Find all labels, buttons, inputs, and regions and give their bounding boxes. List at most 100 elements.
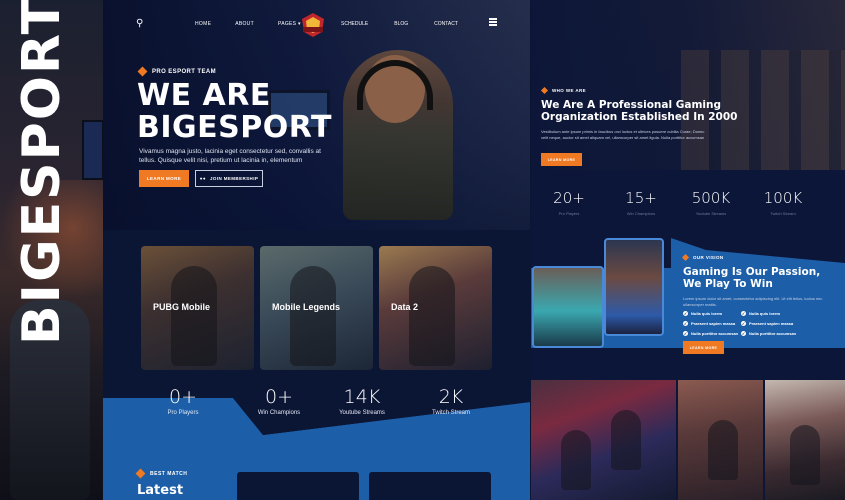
about-stat-players: 20+ Pro Players: [539, 189, 599, 216]
stat-youtube: 14K Youtube Streams: [322, 386, 402, 416]
hero-title: WE ARE BIGESPORT: [137, 80, 332, 144]
nav-right-links: SCHEDULE BLOG CONTACT: [341, 21, 484, 27]
game-cards: PUBG Mobile Mobile Legends Data 2: [141, 246, 492, 370]
vertical-brand-title: BIGESPORT: [12, 0, 72, 345]
stat-number: 100K: [763, 189, 803, 207]
stat-label: Pro Players: [167, 410, 199, 416]
stat-number: 0+: [168, 386, 197, 408]
main-page-preview: ⚲ HOME ABOUT PAGES ▾ SCHEDULE BLOG CONTA…: [103, 0, 530, 500]
check-item: ✓ Praesent sapien massa: [683, 321, 741, 326]
gallery-player: [790, 425, 820, 485]
nav-pages[interactable]: PAGES ▾: [278, 21, 301, 27]
game-card-title: PUBG Mobile: [153, 302, 211, 312]
vision-title: Gaming Is Our Passion, We Play To Win: [683, 266, 821, 290]
stat-label: Twitch Stream: [770, 211, 796, 216]
match-card[interactable]: [369, 472, 491, 500]
backdrop-monitor: [82, 120, 103, 180]
stat-pro-players: 0+ Pro Players: [143, 386, 223, 416]
hero-description: Vivamus magna justo, lacinia eget consec…: [139, 148, 321, 164]
diamond-icon: [137, 66, 148, 77]
check-item: ✓ Nulla quis lorem: [683, 311, 741, 316]
join-membership-button[interactable]: ●● JOIN MEMBERSHIP: [195, 170, 263, 187]
check-icon: ✓: [683, 321, 688, 326]
check-label: Nulla quis lorem: [749, 311, 781, 316]
stat-label: Youtube Streams: [339, 410, 385, 416]
stat-number: 15+: [625, 189, 657, 207]
join-membership-label: JOIN MEMBERSHIP: [209, 176, 259, 181]
latest-heading: Latest: [137, 483, 184, 498]
check-label: Nulla porttitor accumsan: [749, 331, 797, 336]
best-match-tag: BEST MATCH: [135, 468, 188, 479]
vision-learn-more-button[interactable]: LEARN MORE: [683, 341, 724, 354]
check-icon: ✓: [741, 321, 746, 326]
stat-number: 14K: [343, 386, 381, 408]
game-card-pubg[interactable]: PUBG Mobile: [141, 246, 254, 370]
nav-about[interactable]: ABOUT: [235, 21, 254, 27]
menu-icon[interactable]: [489, 18, 497, 26]
gallery-player: [561, 430, 591, 490]
vision-photo-2: [604, 238, 664, 336]
check-item: ✓ Nulla porttitor accumsan: [741, 331, 811, 336]
hero-tag-text: PRO ESPORT TEAM: [152, 68, 217, 75]
who-we-are-tag: WHO WE ARE: [540, 86, 587, 95]
game-card-player: [409, 266, 455, 366]
vision-description: Lorem ipsum dolor sit amet, consectetur …: [683, 296, 823, 307]
who-we-are-text: WHO WE ARE: [552, 88, 587, 93]
stat-number: 500K: [691, 189, 731, 207]
vision-section: OUR VISION Gaming Is Our Passion, We Pla…: [531, 238, 845, 380]
game-card-mobile-legends[interactable]: Mobile Legends: [260, 246, 373, 370]
stat-win-champions: 0+ Win Champions: [239, 386, 319, 416]
game-card-player: [290, 266, 336, 366]
nav-contact[interactable]: CONTACT: [434, 21, 458, 27]
search-icon[interactable]: ⚲: [136, 18, 143, 29]
stat-number: 0+: [264, 386, 293, 408]
gallery-photo-1: [531, 380, 676, 500]
check-label: Nulla quis lorem: [691, 311, 723, 316]
check-icon: ✓: [683, 331, 688, 336]
gallery-player: [611, 410, 641, 470]
nav-blog[interactable]: BLOG: [394, 21, 408, 27]
vision-checklist: ✓ Nulla quis lorem ✓ Nulla quis lorem ✓ Pra…: [683, 311, 811, 336]
learn-more-button[interactable]: LEARN MORE: [139, 170, 189, 187]
stat-number: 2K: [438, 386, 464, 408]
check-icon: ✓: [741, 331, 746, 336]
game-card-data2[interactable]: Data 2: [379, 246, 492, 370]
stat-label: Win Champions: [257, 410, 301, 416]
team-logo-icon[interactable]: [299, 12, 327, 38]
about-stat-youtube: 500K Youtube Streams: [681, 189, 741, 216]
nav-home[interactable]: HOME: [195, 21, 211, 27]
diamond-icon: [681, 253, 690, 262]
best-match-text: BEST MATCH: [150, 470, 188, 477]
about-title: We Are A Professional Gaming Organizatio…: [541, 99, 738, 123]
hero-tagline: PRO ESPORT TEAM: [137, 66, 217, 77]
stat-number: 20+: [553, 189, 585, 207]
match-card[interactable]: [237, 472, 359, 500]
about-learn-more-button[interactable]: LEARN MORE: [541, 153, 582, 166]
photo-gallery: [531, 380, 845, 500]
check-label: Praesent sapien massa: [691, 321, 736, 326]
gallery-photo-2: [678, 380, 763, 500]
check-item: ✓ Nulla quis lorem: [741, 311, 811, 316]
nav-schedule[interactable]: SCHEDULE: [341, 21, 368, 27]
stat-label: Pro Players: [558, 211, 580, 216]
gallery-photo-3: [765, 380, 845, 500]
vision-photo-1: [532, 266, 604, 348]
game-card-title: Data 2: [391, 302, 419, 312]
check-item: ✓ Nulla porttitor accumsan: [683, 331, 741, 336]
screenshot-root: BIGESPORT ⚲ HOME ABOUT PAGES ▾ SCHEDULE …: [0, 0, 845, 500]
check-item: ✓ Praesent sapien massa: [741, 321, 811, 326]
vision-tag: OUR VISION: [681, 253, 724, 262]
right-page-preview: WHO WE ARE We Are A Professional Gaming …: [531, 0, 845, 500]
hero-title-line1: WE ARE: [137, 78, 271, 113]
users-icon: ●●: [199, 176, 206, 181]
about-stat-twitch: 100K Twitch Stream: [753, 189, 813, 216]
stat-label: Win Champions: [626, 211, 656, 216]
vision-tag-text: OUR VISION: [693, 255, 724, 260]
check-icon: ✓: [683, 311, 688, 316]
game-card-player: [171, 266, 217, 366]
stat-twitch: 2K Twitch Stream: [411, 386, 491, 416]
stat-label: Twitch Stream: [431, 410, 470, 416]
diamond-icon: [540, 86, 549, 95]
hero-title-line2: BIGESPORT: [137, 110, 332, 145]
gallery-player: [708, 420, 738, 480]
